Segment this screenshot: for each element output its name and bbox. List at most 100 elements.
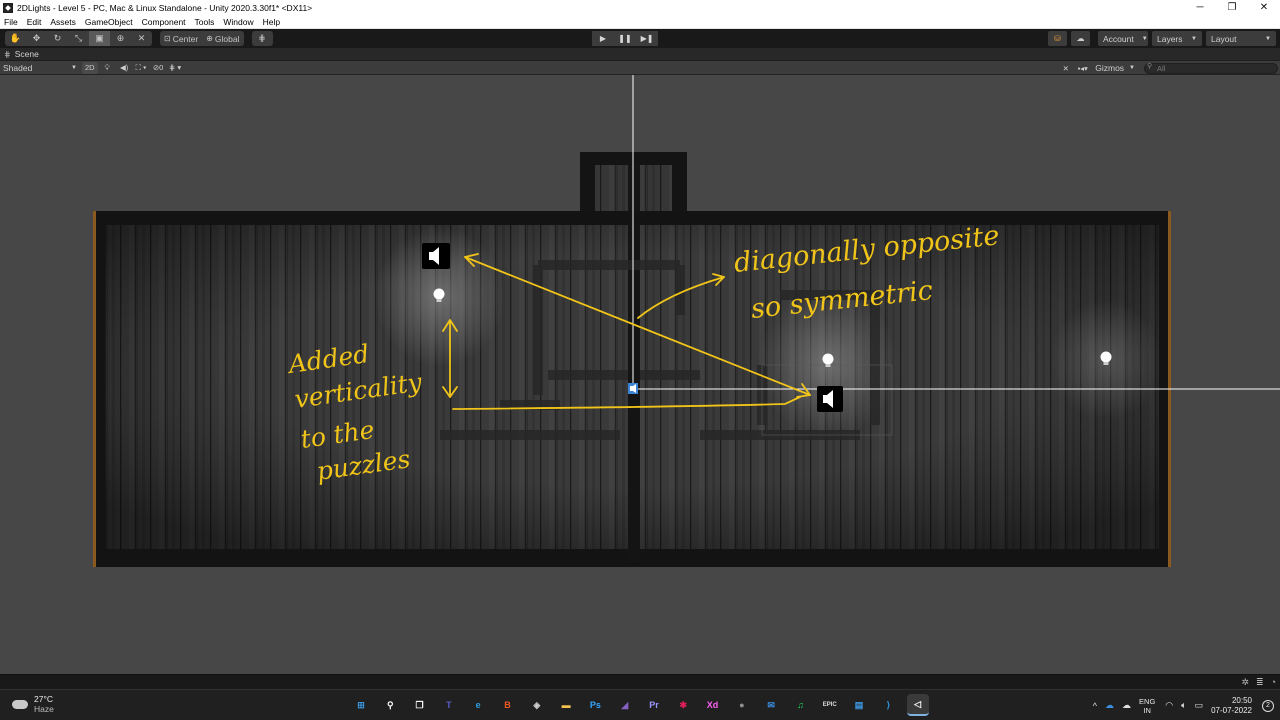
taskbar-app-task-view-icon[interactable]: ❐ [409,694,431,716]
tab-scene[interactable]: Scene [15,49,39,59]
transform-tool-icon[interactable]: ⊕ [110,31,131,46]
weather-widget[interactable]: 27°C Haze [12,694,54,714]
main-toolbar: ✋ ✥ ↻ ⤡ ▣ ⊕ ✕ ⊡ Center ⊕ Global ⋕ ▶ ❚❚ ▶❚ … [0,29,1280,48]
taskbar-app-spotify-icon[interactable]: ♫ [789,694,811,716]
taskbar-app-photoshop-icon[interactable]: Ps [584,694,606,716]
taskbar-app-brave-icon[interactable]: B [496,694,518,716]
taskbar-app-github-icon[interactable]: ● [731,694,753,716]
auto-generate-icon[interactable]: ◔ [1271,677,1276,688]
rect-tool-icon[interactable]: ▣ [89,31,110,46]
layers-label: Layers [1157,33,1183,44]
chevron-down-icon: ▼ [1265,35,1271,42]
language-indicator[interactable]: ENG IN [1139,697,1155,715]
debug-icon[interactable]: ✲ [1241,677,1249,688]
scene-grid-icon: ⋕ [4,49,11,59]
pivot-center-button[interactable]: ⊡ Center [160,31,202,46]
menu-file[interactable]: File [4,17,18,27]
taskbar-app-premiere-icon[interactable]: Pr [643,694,665,716]
rotate-tool-icon[interactable]: ↻ [47,31,68,46]
grid-toggle-icon[interactable]: ⋕ ▾ [168,62,183,74]
system-tray: ^ ☁ ☁ ENG IN ◠ 🔈︎ ▭ 20:50 07-07-2022 2 [1093,690,1280,720]
close-icon[interactable]: ✕ [1248,0,1280,15]
taskbar-app-epic-games-icon[interactable]: EPIC [819,694,841,716]
step-button[interactable]: ▶❚ [636,31,658,46]
account-dropdown[interactable]: Account ▼ [1098,31,1148,46]
pivot-global-button[interactable]: ⊕ Global [202,31,243,46]
effects-toggle-icon[interactable]: ⛶ ▾ [134,62,149,74]
cloud-icon[interactable]: ☁ [1122,700,1131,711]
volume-icon[interactable]: 🔈︎ [1181,700,1186,711]
layout-dropdown[interactable]: Layout ▼ [1206,31,1276,46]
pivot-toggles: ⊡ Center ⊕ Global [160,31,244,46]
taskbar-app-file-explorer-icon[interactable]: ▬ [555,694,577,716]
editor-status-bar: ✲ ≣ ◔ [0,674,1280,689]
language-code: ENG [1139,696,1156,706]
scale-tool-icon[interactable]: ⤡ [68,31,89,46]
menu-tools[interactable]: Tools [195,17,215,27]
taskbar-app-unity-hub-icon[interactable]: ◈ [526,694,548,716]
menu-assets[interactable]: Assets [50,17,76,27]
audio-source-gizmo-small[interactable] [628,383,638,394]
move-tool-icon[interactable]: ✥ [26,31,47,46]
menu-edit[interactable]: Edit [27,17,42,27]
gizmos-label: Gizmos [1095,63,1125,73]
hand-tool-icon[interactable]: ✋ [5,31,26,46]
taskbar-app-search-icon[interactable]: ⚲ [379,694,401,716]
draw-mode-dropdown[interactable]: Shaded ▼ [0,61,80,75]
weather-haze-icon [12,695,28,709]
taskbar-app-slack-icon[interactable]: ✱ [672,694,694,716]
onedrive-icon[interactable]: ☁ [1105,700,1114,711]
play-button[interactable]: ▶ [592,31,614,46]
notification-badge[interactable]: 2 [1262,699,1274,712]
taskbar-app-visual-studio-icon[interactable]: ◢ [614,694,636,716]
menu-help[interactable]: Help [263,17,280,27]
custom-tool-icon[interactable]: ✕ [131,31,152,46]
pause-button[interactable]: ❚❚ [614,31,636,46]
windows-taskbar: 27°C Haze ⊞ ⚲ ❐ Te B ◈ ▬ Ps ◢ Pr ✱ Xd ● ✉ ♫ EPIC ▤ ⟩ ◁ ^ ☁… [0,689,1280,720]
menu-component[interactable]: Component [142,17,186,27]
rotation-label: Global [214,33,240,44]
minimize-icon[interactable]: ─ [1184,0,1216,15]
taskbar-app-edge-icon[interactable]: e [467,694,489,716]
collab-icon[interactable]: ⛁ [1048,31,1067,46]
restore-icon[interactable]: ❐ [1216,0,1248,15]
gizmos-dropdown[interactable]: Gizmos ▼ [1092,62,1138,74]
taskbar-app-store-icon[interactable]: ▤ [848,694,870,716]
taskbar-app-unity-editor-icon[interactable]: ◁ [906,694,929,716]
weather-text: 27°C Haze [34,694,54,714]
taskbar-app-vscode-icon[interactable]: ⟩ [877,694,899,716]
temperature: 27°C [34,694,53,704]
scene-viewport[interactable]: diagonally opposite so symmetric Added v… [0,75,1280,674]
tools-icon[interactable]: ✕ [1058,62,1073,74]
lighting-toggle-icon[interactable]: 💡︎ [100,62,115,74]
wifi-icon[interactable]: ◠ [1165,700,1173,711]
snap-group: ⋕ [251,31,273,46]
scene-tab-bar: ⋕ Scene [0,48,1280,61]
taskbar-app-windows-start-icon[interactable]: ⊞ [350,694,372,716]
speaker-icon[interactable] [422,243,450,269]
layers-icon[interactable]: ≣ [1256,677,1264,688]
window-title: 2DLights - Level 5 - PC, Mac & Linux Sta… [17,2,313,13]
hidden-objects-button[interactable]: ⊘ 0 [151,62,166,74]
battery-icon[interactable]: ▭ [1195,700,1204,711]
system-clock[interactable]: 20:50 07-07-2022 [1211,696,1252,716]
taskbar-app-teams-icon[interactable]: T [438,694,460,716]
layers-dropdown[interactable]: Layers ▼ [1152,31,1202,46]
scene-canvas[interactable]: diagonally opposite so symmetric Added v… [0,75,1280,674]
audio-toggle-icon[interactable]: ◀︎) [117,62,132,74]
alcove-divider [628,165,640,219]
chevron-up-icon[interactable]: ^ [1093,701,1097,711]
toggle-2d-button[interactable]: 2D [82,61,98,74]
taskbar-app-xd-icon[interactable]: Xd [702,694,724,716]
speaker-icon[interactable] [817,386,843,412]
room-edge-left [93,211,96,567]
camera-icon[interactable]: ▪◂▾ [1075,62,1090,74]
grid-snap-icon[interactable]: ⋕ [252,31,273,46]
taskbar-app-mail-icon[interactable]: ✉ [760,694,782,716]
toolbar-right: ⛁ ☁ Account ▼ Layers ▼ Layout ▼ [1048,31,1276,46]
scene-toolbar-right: ✕ ▪◂▾ Gizmos ▼ ⚲ [1056,62,1278,74]
menu-gameobject[interactable]: GameObject [85,17,133,27]
cloud-icon[interactable]: ☁ [1071,31,1090,46]
menu-window[interactable]: Window [223,17,253,27]
scene-search-input[interactable] [1144,63,1278,74]
